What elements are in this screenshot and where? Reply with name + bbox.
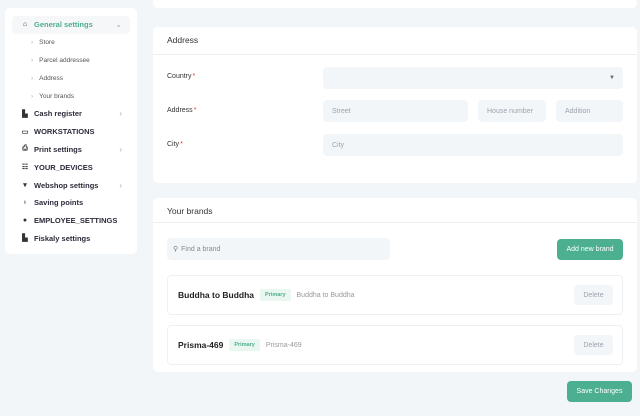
house-number-input[interactable]: House number	[478, 100, 546, 122]
top-card	[153, 0, 637, 8]
sidebar-subitem-parcel-addressee[interactable]: › Parcel addressee	[12, 52, 130, 70]
printer-icon: ⎙	[22, 145, 28, 153]
sidebar-subitem-store[interactable]: › Store	[12, 34, 130, 52]
chevron-down-icon: ⌄	[115, 20, 122, 30]
chevron-right-icon: ›	[119, 109, 122, 119]
delete-button[interactable]: Delete	[574, 335, 613, 355]
building-icon: ▙	[22, 235, 28, 243]
divider	[153, 222, 637, 223]
sidebar-item-print-settings[interactable]: ⎙ Print settings ›	[12, 141, 130, 159]
search-icon: ⚲	[173, 246, 179, 253]
sidebar-item-cash-register[interactable]: ▙ Cash register ›	[12, 105, 130, 123]
monitor-icon: ▭	[21, 128, 29, 136]
brands-card: Your brands ⚲ Find a brand Add new brand …	[153, 198, 637, 372]
user-icon: ●	[22, 217, 28, 225]
brands-title: Your brands	[167, 206, 213, 216]
sidebar-item-webshop-settings[interactable]: ▾ Webshop settings ›	[12, 176, 130, 194]
home-icon: ⌂	[22, 21, 28, 29]
add-new-brand-button[interactable]: Add new brand	[557, 239, 623, 260]
brand-search-input[interactable]: ⚲ Find a brand	[167, 238, 390, 260]
sidebar-item-workstations[interactable]: ▭ WORKSTATIONS	[12, 123, 130, 141]
brand-row: Buddha to Buddha Primary Buddha to Buddh…	[167, 275, 623, 315]
chevron-right-icon: ›	[119, 180, 122, 190]
award-icon: ♁	[22, 199, 28, 207]
delete-button[interactable]: Delete	[574, 285, 613, 305]
caret-down-icon: ▼	[609, 75, 615, 81]
sidebar-item-saving-points[interactable]: ♁ Saving points	[12, 194, 130, 212]
save-changes-button[interactable]: Save Changes	[567, 381, 632, 402]
devices-icon: ☷	[21, 164, 29, 172]
cash-register-icon: ▙	[22, 110, 28, 118]
sidebar: ⌂ General settings ⌄ › Store › Parcel addres…	[5, 8, 137, 254]
sidebar-item-employee-settings[interactable]: ● EMPLOYEE_SETTINGS	[12, 212, 130, 230]
sidebar-item-your-devices[interactable]: ☷ YOUR_DEVICES	[12, 158, 130, 176]
addition-input[interactable]: Addition	[556, 100, 623, 122]
sidebar-subitem-address[interactable]: › Address	[12, 69, 130, 87]
address-label: Address*	[167, 107, 197, 114]
primary-badge: Primary	[229, 339, 260, 351]
primary-badge: Primary	[260, 289, 291, 301]
country-label: Country*	[167, 73, 196, 80]
sidebar-item-fiskaly-settings[interactable]: ▙ Fiskaly settings	[12, 230, 130, 248]
address-title: Address	[167, 35, 199, 45]
cart-icon: ▾	[23, 182, 27, 190]
chevron-right-icon: ›	[119, 144, 122, 154]
sidebar-item-general-settings[interactable]: ⌂ General settings ⌄	[12, 16, 130, 34]
city-input[interactable]: City	[323, 134, 623, 156]
brand-row: Prisma-469 Primary Prisma-469 Delete	[167, 325, 623, 365]
divider	[153, 54, 637, 55]
country-select[interactable]: ▼	[323, 67, 623, 89]
sidebar-subitem-your-brands[interactable]: › Your brands	[12, 87, 130, 105]
street-input[interactable]: Street	[323, 100, 468, 122]
address-card: Address Country* ▼ Address* Street House…	[153, 27, 637, 183]
city-label: City*	[167, 141, 183, 148]
